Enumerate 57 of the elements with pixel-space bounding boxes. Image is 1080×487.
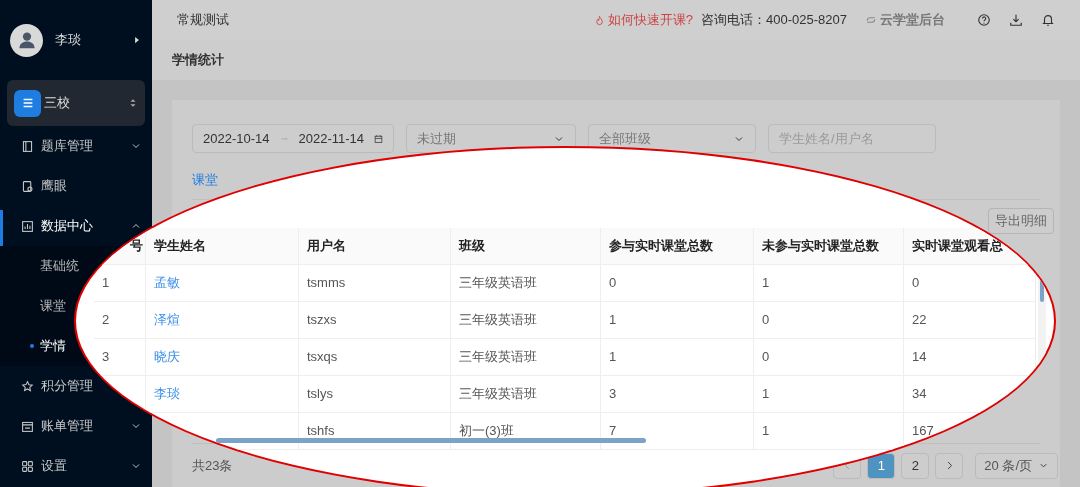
table-cell-text: tshfs [307, 422, 335, 441]
sidebar-item[interactable]: 积分管理 [21, 376, 93, 396]
table-cell-text: 三年级英语班 [459, 348, 537, 367]
sidebar-subitem[interactable]: 学情 [30, 336, 66, 356]
table-cell-text: 三年级英语班 [459, 274, 537, 293]
table-cell-text: 1 [609, 311, 617, 330]
school-selector[interactable]: 三校 [7, 80, 145, 126]
student-name-link[interactable]: 晓庆 [154, 347, 180, 367]
table-cell-text: 167 [912, 422, 934, 441]
table-cell-text: 7 [609, 422, 617, 441]
phone-number: 咨询电话：400-025-8207 [701, 11, 847, 30]
table-cell-text: 1 [102, 274, 110, 293]
table-cell-text: 22 [912, 311, 927, 330]
student-name-link[interactable]: 孟敏 [154, 273, 180, 293]
column-header: 实时课堂观看总 [904, 228, 1036, 264]
sidebar-item[interactable]: 账单管理 [21, 416, 93, 436]
table-cell-text: 1 [762, 274, 770, 293]
table-cell-text: 0 [762, 311, 770, 330]
table-cell-text: 0 [609, 274, 617, 293]
sidebar-item[interactable]: 题库管理 [21, 136, 93, 156]
app-title: 常规测试 [177, 11, 230, 30]
table-cell-text: 三年级英语班 [459, 385, 537, 404]
column-header: 班级 [451, 228, 601, 264]
export-detail-button[interactable]: 导出明细 [988, 208, 1054, 234]
table-cell-text: 三年级英语班 [459, 311, 537, 330]
column-header: 号 [94, 228, 146, 264]
sidebar-subitem[interactable]: 课堂 [30, 296, 66, 316]
table-cell-text: tszxs [307, 311, 337, 330]
table-cell-text: 1 [762, 385, 770, 404]
table-cell-text: 34 [912, 385, 927, 404]
sidebar-item[interactable]: 数据中心 [21, 216, 93, 236]
column-header: 未参与实时课堂总数 [754, 228, 904, 264]
column-header: 学生姓名 [146, 228, 299, 264]
table-cell-text: 1 [609, 348, 617, 367]
table-cell-text: 3 [609, 385, 617, 404]
page-title: 学情统计 [172, 51, 224, 70]
table-cell-text: 2 [102, 311, 110, 330]
table-cell-text: 3 [102, 348, 110, 367]
student-name-link[interactable]: 泽煊 [154, 310, 180, 330]
page-size-select[interactable]: 20 条/页 [975, 452, 1058, 479]
column-header: 参与实时课堂总数 [601, 228, 754, 264]
table-cell-text: tsmms [307, 274, 346, 293]
column-header: 用户名 [299, 228, 451, 264]
user-name[interactable]: 李琰 [55, 30, 120, 50]
table-cell-text: 0 [762, 348, 770, 367]
table-cell-text: tslys [307, 385, 333, 404]
table-cell-text: 0 [912, 274, 920, 293]
table-cell-text: 14 [912, 348, 927, 367]
table-cell-text: tsxqs [307, 348, 338, 367]
sidebar-item[interactable]: 设置 [21, 456, 67, 476]
student-name-link[interactable]: 李琰 [154, 384, 180, 404]
date-range-field[interactable]: 2022-10-14 2022-11-14 [192, 124, 394, 153]
page-button[interactable]: 2 [901, 452, 930, 479]
table-cell-text: 1 [762, 422, 770, 441]
sidebar-item[interactable]: 鹰眼 [21, 176, 67, 196]
total-count: 共23条 [192, 456, 234, 475]
table-cell-text: 初一(3)班 [459, 422, 514, 441]
